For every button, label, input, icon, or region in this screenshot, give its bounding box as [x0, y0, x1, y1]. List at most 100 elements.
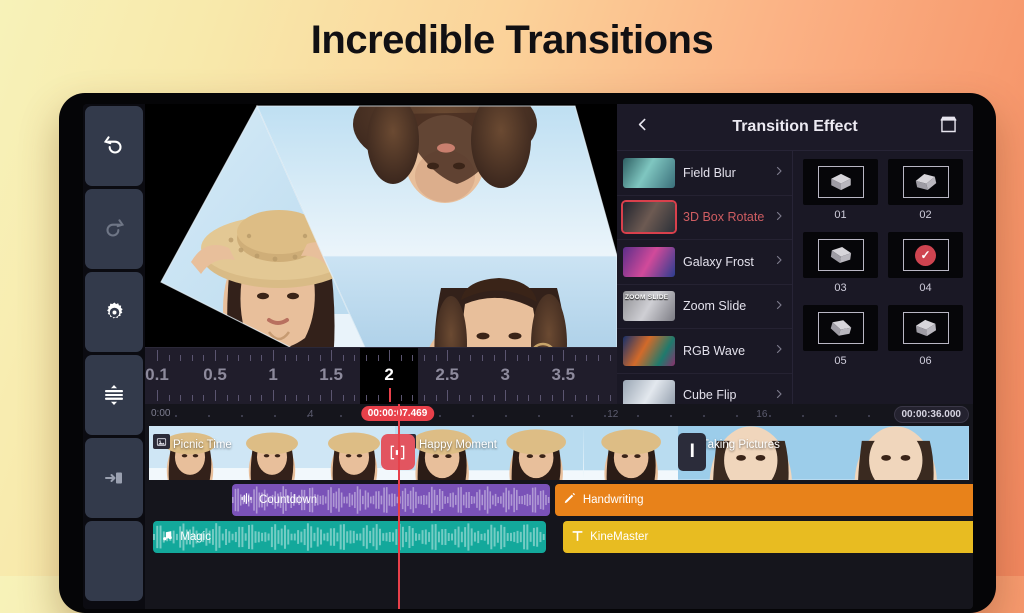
ruler-tick	[192, 395, 193, 401]
box-icon	[818, 239, 864, 271]
effect-list-item[interactable]: RGB Wave	[617, 329, 792, 374]
pen-icon	[563, 492, 577, 509]
variant-number: 02	[919, 209, 931, 221]
ruler-number: 3	[501, 362, 510, 388]
variant-preview	[803, 305, 878, 351]
store-button[interactable]	[935, 114, 961, 140]
ruler-tick	[470, 355, 471, 361]
waveform	[153, 521, 546, 553]
tablet-device: 0.10.511.522.533.5 Transition Effect	[59, 93, 996, 613]
variant-number: 05	[834, 355, 846, 367]
timeline-tick	[505, 415, 507, 417]
timeline-lane-item[interactable]: Countdown	[232, 484, 551, 516]
variant-cell[interactable]: 01	[803, 159, 878, 230]
timeline-tick	[802, 415, 804, 417]
clip-label: Taking Pictures	[702, 439, 780, 451]
redo-icon	[101, 216, 127, 242]
ruler-tick	[261, 395, 262, 401]
timeline[interactable]: 0:00 00:00:07.469 00:00:36.000 41216	[145, 404, 973, 609]
store-icon	[937, 114, 960, 140]
lane-label: Magic	[180, 531, 211, 543]
variant-preview: ✓	[888, 232, 963, 278]
ruler-tick	[250, 395, 251, 401]
video-preview[interactable]: 0.10.511.522.533.5	[145, 104, 617, 404]
insert-clip-button[interactable]: I	[678, 433, 706, 471]
effect-list-item[interactable]: 3D Box Rotate	[617, 196, 792, 241]
timeline-clip[interactable]: Happy Moment	[395, 426, 678, 480]
preview-ruler[interactable]: 0.10.511.522.533.5	[145, 347, 617, 404]
ruler-tick	[470, 395, 471, 401]
ruler-tick	[285, 355, 286, 361]
ruler-tick	[203, 355, 204, 361]
selected-check-icon: ✓	[903, 239, 949, 271]
timeline-clip[interactable]: Picnic Time	[149, 426, 395, 480]
ruler-tick	[610, 395, 611, 401]
variant-cell[interactable]: 06	[888, 305, 963, 376]
ruler-tick	[424, 395, 425, 401]
ruler-tick	[412, 395, 413, 401]
ruler-tick	[563, 350, 564, 361]
variant-cell[interactable]: 02	[888, 159, 963, 230]
video-clip-track[interactable]: Picnic Time	[145, 426, 973, 480]
panel-body: Field Blur3D Box RotateGalaxy FrostZOOM …	[617, 151, 973, 404]
variant-cell[interactable]: ✓ 04	[888, 232, 963, 303]
box-icon	[903, 166, 949, 198]
ruler-tick	[494, 395, 495, 401]
timeline-tick	[868, 415, 870, 417]
redo-button[interactable]	[85, 189, 143, 269]
ruler-tick	[331, 350, 332, 361]
effect-name: Zoom Slide	[683, 299, 765, 313]
ruler-tick	[169, 395, 170, 401]
chevron-right-icon	[773, 164, 785, 181]
variant-preview	[803, 232, 878, 278]
voice-icon	[240, 492, 253, 508]
ruler-tick	[238, 395, 239, 401]
effect-thumbnail: ZOOM SLIDE	[623, 291, 675, 321]
lane-row-2: Magic KineMaster	[145, 521, 973, 553]
more-tools-button[interactable]	[85, 521, 143, 601]
variant-cell[interactable]: 03	[803, 232, 878, 303]
chevron-right-icon	[773, 253, 785, 270]
box-icon	[818, 312, 864, 344]
undo-button[interactable]	[85, 106, 143, 186]
box-icon	[818, 166, 864, 198]
timeline-lane-item[interactable]: KineMaster	[563, 521, 973, 553]
timeline-mark: 16	[756, 409, 767, 420]
transition-effect-panel: Transition Effect F	[617, 104, 973, 404]
settings-button[interactable]	[85, 272, 143, 352]
ruler-tick	[273, 350, 274, 361]
ruler-ticks-bottom	[145, 390, 617, 401]
timeline-tick	[340, 415, 342, 417]
timeline-ruler[interactable]: 0:00 00:00:07.469 00:00:36.000 41216	[145, 404, 973, 426]
chevron-right-icon	[773, 298, 785, 315]
timeline-lane-item[interactable]: Magic	[153, 521, 546, 553]
ruler-tick	[331, 390, 332, 401]
lane-label: Countdown	[259, 494, 317, 506]
effect-name: 3D Box Rotate	[683, 210, 765, 224]
image-icon	[153, 434, 170, 449]
variant-preview	[888, 305, 963, 351]
playhead[interactable]	[398, 404, 400, 609]
track-expand-button[interactable]	[85, 355, 143, 435]
variant-number: 04	[919, 282, 931, 294]
timeline-clip[interactable]: Taking Pictures	[678, 426, 969, 480]
music-icon	[161, 529, 174, 545]
ruler-tick	[378, 395, 379, 401]
timeline-tick	[604, 415, 606, 417]
timeline-lane-item[interactable]: Handwriting	[555, 484, 973, 516]
ruler-ticks-top	[145, 350, 617, 361]
ruler-tick	[180, 355, 181, 361]
effect-list-item[interactable]: Field Blur	[617, 151, 792, 196]
variant-cell[interactable]: 05	[803, 305, 878, 376]
effect-name: RGB Wave	[683, 344, 765, 358]
ruler-tick	[401, 395, 402, 401]
export-button[interactable]	[85, 438, 143, 518]
effect-list-item[interactable]: ZOOM SLIDE Zoom Slide	[617, 285, 792, 330]
ruler-tick	[227, 355, 228, 361]
timeline-mark: 4	[308, 409, 314, 420]
ruler-tick	[320, 355, 321, 361]
ruler-tick	[459, 395, 460, 401]
effect-list-item[interactable]: Galaxy Frost	[617, 240, 792, 285]
back-button[interactable]	[629, 116, 655, 138]
ruler-number: 1.5	[319, 362, 343, 388]
